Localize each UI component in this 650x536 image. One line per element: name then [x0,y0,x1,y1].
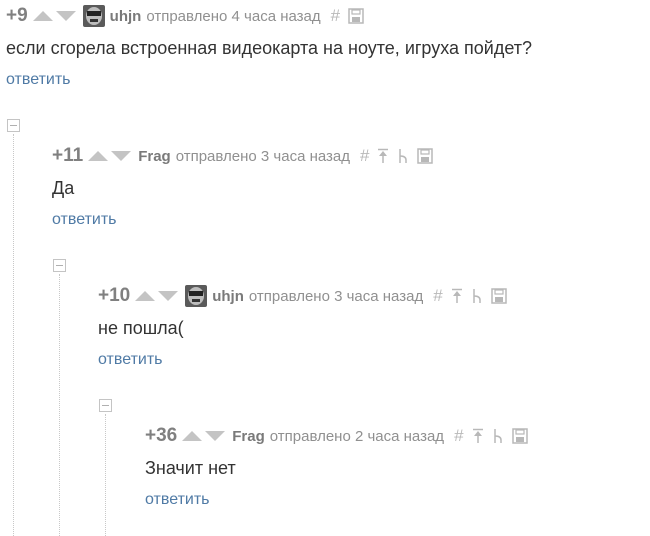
vote-controls [134,290,179,302]
save-comment-button[interactable] [490,288,507,304]
arrow-to-top-icon [378,148,389,163]
reply-link[interactable]: ответить [52,211,117,229]
arrow-up-icon [88,151,109,161]
show-branch-button[interactable] [397,148,409,164]
downvote-button[interactable] [110,150,132,162]
comment-author[interactable]: Frag [138,148,171,165]
comment-header: +9 uhjn отправлено 4 часа назад # [6,4,532,28]
arrow-up-icon [182,431,203,441]
comment-author[interactable]: uhjn [212,288,244,305]
comment-text: если сгорела встроенная видеокарта на но… [6,38,533,58]
arrow-up-icon [135,291,156,301]
minus-box-icon [53,259,66,272]
arrow-down-icon [205,431,226,441]
comment: +9 uhjn отправлено 4 часа назад # если с… [6,4,532,89]
vote-controls [32,10,77,22]
branch-icon [399,149,408,163]
minus-box-icon [99,399,112,412]
thread-line [13,134,14,536]
floppy-disk-icon [490,288,507,304]
vote-controls [87,150,132,162]
avatar-image [185,285,208,307]
hash-icon: # [360,146,370,165]
thread-line [59,274,60,536]
collapse-thread-button[interactable] [53,259,66,272]
save-comment-button[interactable] [348,8,364,24]
permalink-hash-button[interactable]: # [454,426,463,446]
arrow-to-top-icon [451,288,462,303]
go-to-parent-button[interactable] [472,428,484,444]
hash-icon: # [454,426,464,445]
comment-timestamp[interactable]: отправлено 2 часа назад [270,428,444,445]
comment-author[interactable]: Frag [232,428,265,445]
comment-text: не пошла( [98,318,184,338]
permalink-hash-button[interactable]: # [433,286,442,306]
hash-icon: # [433,286,443,305]
thread-line [105,414,106,536]
upvote-button[interactable] [87,150,109,162]
go-to-parent-button[interactable] [377,148,389,164]
reply-link[interactable]: ответить [98,351,163,369]
comment-rating: +10 [98,285,131,306]
comment-timestamp[interactable]: отправлено 3 часа назад [249,288,423,305]
avatar[interactable] [82,5,105,27]
arrow-down-icon [158,291,179,301]
comment-rating: +11 [52,145,84,166]
arrow-up-icon [32,11,53,21]
collapse-thread-button[interactable] [7,119,20,132]
comment-rating: +36 [145,425,178,446]
comment: +10 uhjn отправлено 3 часа назад # не по… [98,284,515,369]
avatar[interactable] [185,285,208,307]
hash-icon: # [330,6,341,25]
minus-box-icon [7,119,20,132]
downvote-button[interactable] [204,430,226,442]
collapse-thread-button[interactable] [99,399,112,412]
upvote-button[interactable] [181,430,203,442]
branch-icon [493,429,502,443]
comment: +11 Frag отправлено 3 часа назад # Да от… [52,144,441,229]
show-branch-button[interactable] [492,428,504,444]
show-branch-button[interactable] [471,288,483,304]
reply-link[interactable]: ответить [6,71,71,89]
comment-header: +11 Frag отправлено 3 часа назад # [52,144,441,168]
comment-text: Значит нет [145,458,236,478]
reply-link[interactable]: ответить [145,491,210,509]
vote-controls [181,430,226,442]
arrow-down-icon [111,151,132,161]
comment-header: +10 uhjn отправлено 3 часа назад # [98,284,515,308]
upvote-button[interactable] [32,10,54,22]
downvote-button[interactable] [55,10,77,22]
floppy-disk-icon [348,8,364,24]
save-comment-button[interactable] [417,148,434,164]
comment: +36 Frag отправлено 2 часа назад # Значи… [145,424,536,509]
save-comment-button[interactable] [511,428,528,444]
comment-author[interactable]: uhjn [110,8,142,25]
upvote-button[interactable] [134,290,156,302]
comment-rating: +9 [6,5,28,26]
comment-timestamp[interactable]: отправлено 4 часа назад [146,8,320,25]
comment-text: Да [52,178,75,198]
avatar-image [82,5,105,27]
comment-thread: +9 uhjn отправлено 4 часа назад # если с… [0,0,650,536]
comment-timestamp[interactable]: отправлено 3 часа назад [176,148,350,165]
comment-header: +36 Frag отправлено 2 часа назад # [145,424,536,448]
permalink-hash-button[interactable]: # [360,146,369,166]
go-to-parent-button[interactable] [451,288,463,304]
floppy-disk-icon [417,148,434,164]
branch-icon [472,289,481,303]
arrow-to-top-icon [472,428,483,443]
arrow-down-icon [55,11,76,21]
downvote-button[interactable] [157,290,179,302]
floppy-disk-icon [511,428,528,444]
permalink-hash-button[interactable]: # [331,6,340,26]
